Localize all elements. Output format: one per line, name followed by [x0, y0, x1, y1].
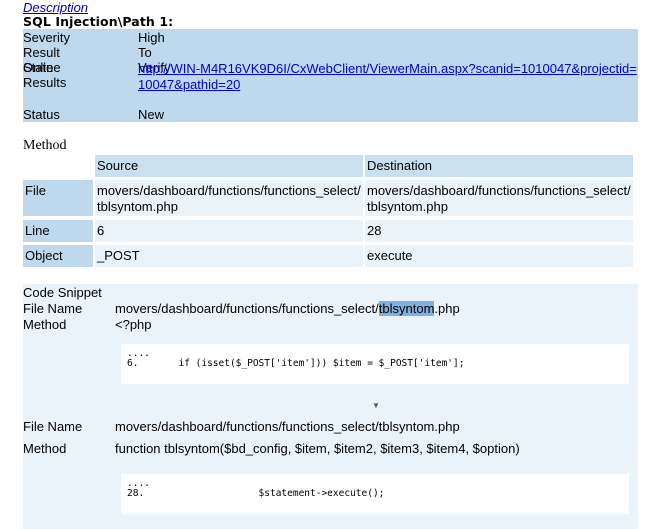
snippet1-file-name: movers/dashboard/functions/functions_sel…	[115, 301, 460, 317]
object-source-cell: _POST	[95, 245, 363, 267]
severity-value: High	[138, 30, 165, 45]
description-link[interactable]: Description	[23, 0, 88, 15]
result-info-panel: Severity High Result State To Verify Onl…	[23, 29, 638, 122]
code-snippet-title: Code Snippet	[23, 285, 102, 300]
snippet2-code-box: .... 28. $statement->execute();	[121, 474, 629, 514]
snippet2-method-value: function tblsyntom($bd_config, $item, $i…	[115, 441, 520, 456]
online-results-label: Online Results	[23, 60, 67, 90]
severity-label: Severity	[23, 30, 70, 45]
line-row-label: Line	[23, 220, 93, 242]
status-label: Status	[23, 107, 60, 122]
snippet1-code-box: .... 6. if (isset($_POST['item'])) $item…	[121, 344, 629, 384]
snippet1-file-suffix: .php	[434, 301, 460, 316]
online-results-link[interactable]: http://WIN-M4R16VK9D6I/CxWebClient/Viewe…	[138, 61, 638, 92]
object-destination-cell: execute	[365, 245, 633, 267]
source-header: Source	[95, 155, 363, 177]
destination-header: Destination	[365, 155, 633, 177]
snippet1-file-prefix: movers/dashboard/functions/functions_sel…	[115, 301, 379, 316]
file-source-cell: movers/dashboard/functions/functions_sel…	[95, 180, 363, 216]
snippet2-file-name: movers/dashboard/functions/functions_sel…	[115, 419, 460, 434]
snippet2-code-dots: ....	[127, 478, 150, 489]
snippet2-method-label: Method	[23, 441, 67, 456]
code-snippet-panel: Code Snippet File Name movers/dashboard/…	[23, 284, 638, 529]
file-row-label: File	[23, 180, 93, 216]
snippet1-method-value: <?php	[115, 317, 152, 332]
snippet2-code-line: 28. $statement->execute();	[127, 488, 385, 499]
snippet1-file-highlight: tblsyntom	[378, 301, 435, 316]
method-section-title: Method	[23, 138, 67, 153]
snippet1-file-label: File Name	[23, 301, 83, 316]
flow-arrow-icon: ▼	[372, 401, 380, 410]
file-destination-cell: movers/dashboard/functions/functions_sel…	[365, 180, 633, 216]
status-value: New	[138, 107, 165, 122]
object-row-label: Object	[23, 245, 93, 267]
line-destination-cell: 28	[365, 220, 633, 242]
snippet1-method-label: Method	[23, 317, 67, 332]
path-title: SQL Injection\Path 1:	[23, 14, 174, 29]
snippet1-code-dots: ....	[127, 348, 150, 359]
snippet1-code-line: 6. if (isset($_POST['item'])) $item = $_…	[127, 358, 465, 369]
snippet2-file-label: File Name	[23, 419, 83, 434]
line-source-cell: 6	[95, 220, 363, 242]
